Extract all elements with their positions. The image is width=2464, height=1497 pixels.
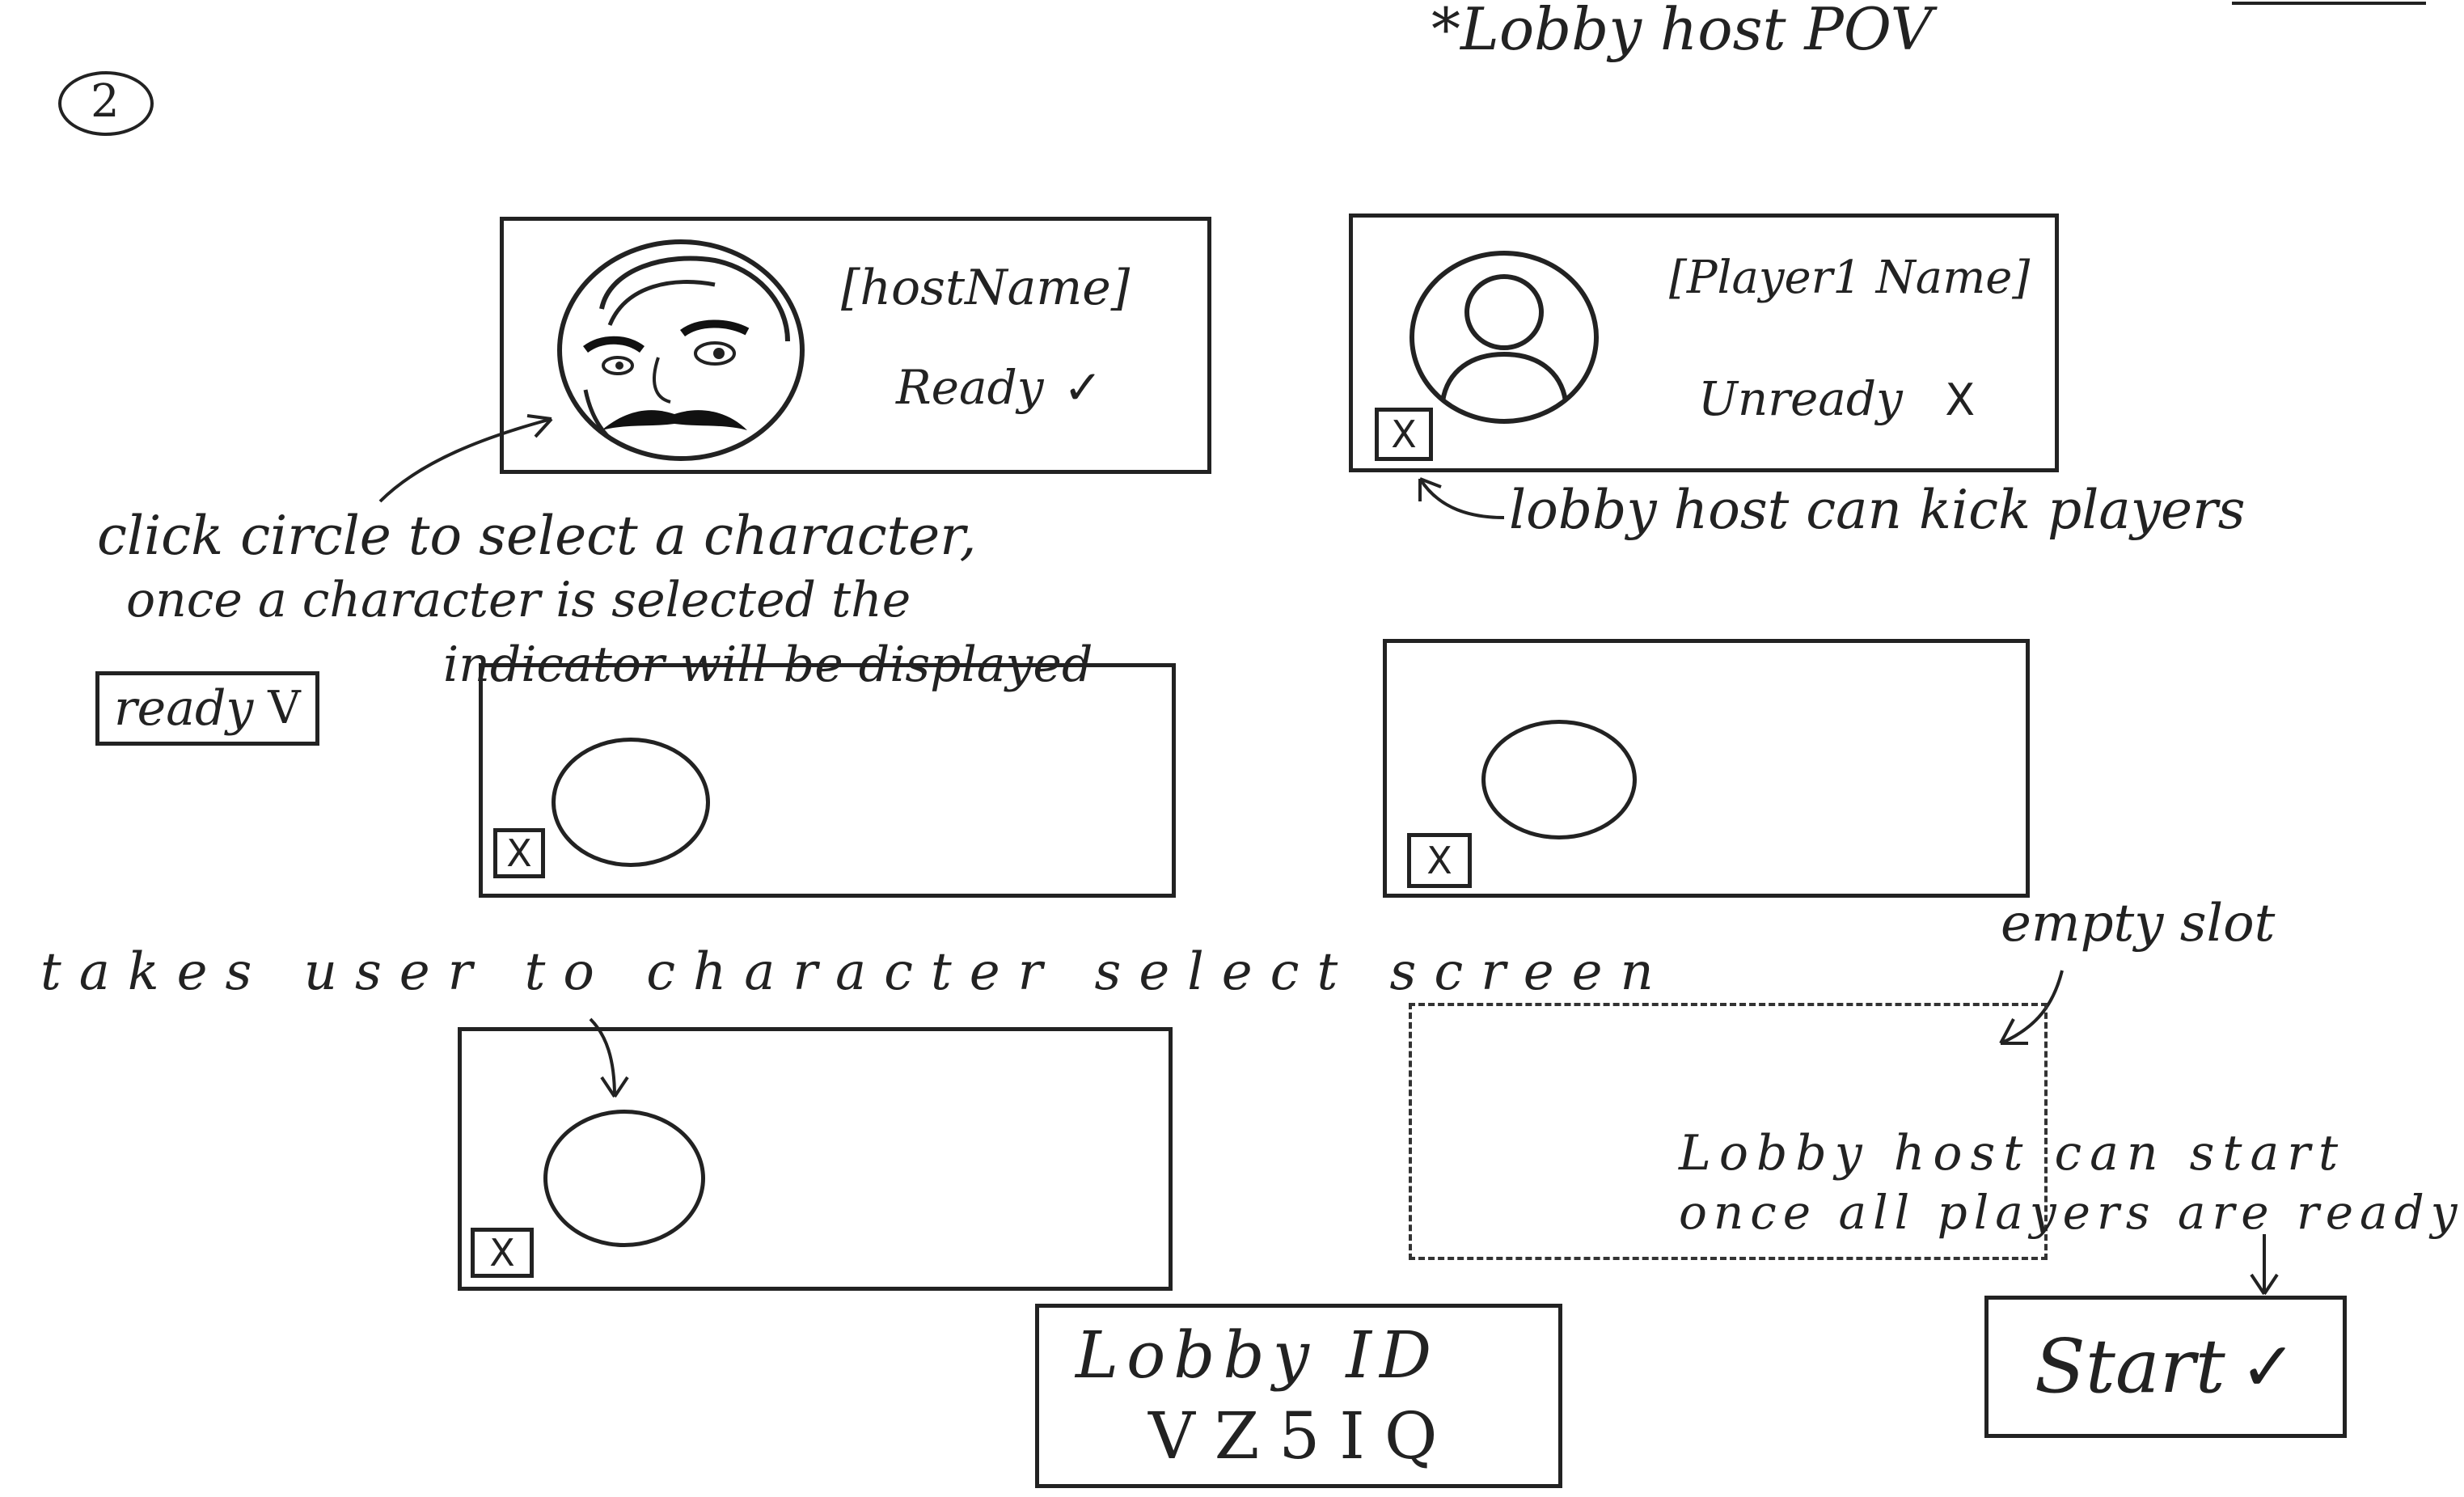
ready-chip: ready V [95, 671, 319, 746]
lobby-id-value: VZ5IQ [1148, 1398, 1457, 1474]
kick-arrow [1418, 477, 1505, 519]
slot3-avatar-circle[interactable] [552, 738, 710, 867]
player-slot-4 [1383, 639, 2030, 898]
slot5-avatar-circle[interactable] [543, 1110, 705, 1247]
takes-user-note: takes user to character select screen [40, 942, 1672, 1002]
select-note-line1: click circle to select a character, [97, 505, 977, 567]
slot4-avatar-circle[interactable] [1481, 720, 1637, 839]
kick-player1-button[interactable]: X [1375, 408, 1433, 461]
top-right-rule [2232, 2, 2426, 5]
player1-avatar[interactable] [1407, 249, 1601, 425]
host-status-label: Ready [896, 360, 1044, 415]
page-number: 2 [91, 75, 120, 128]
player1-status-label: Unready [1698, 371, 1903, 426]
kick-note: lobby host can kick players [1509, 479, 2246, 541]
kick-slot3-button[interactable]: X [493, 828, 545, 878]
player1-name: [Player1 Name] [1669, 252, 2031, 304]
select-note-line2: once a character is selected the [126, 572, 911, 628]
ready-check-icon: ✓ [1063, 360, 1103, 415]
player1-status: Unready X [1698, 375, 1975, 422]
sketch-canvas: 2 *Lobby host POV [hostName] Ready ✓ X [… [0, 0, 2464, 1497]
unready-x-icon: X [1945, 374, 1976, 425]
ready-chip-check-icon: V [268, 682, 301, 734]
start-note-line2: once all players are ready [1679, 1185, 2464, 1240]
start-button[interactable]: Start ✓ [1984, 1296, 2347, 1438]
select-arrow [378, 414, 553, 503]
lobby-id-label: Lobby ID [1076, 1317, 1440, 1393]
host-status: Ready ✓ [896, 364, 1103, 411]
host-name: [hostName] [841, 260, 1131, 316]
start-arrow [2250, 1234, 2279, 1296]
default-person-icon [1410, 251, 1599, 424]
ready-chip-label: ready [114, 680, 254, 737]
kick-slot4-button[interactable]: X [1407, 833, 1472, 888]
pov-note: *Lobby host POV [1431, 0, 1933, 63]
host-avatar[interactable] [553, 236, 809, 464]
empty-slot-note: empty slot [2001, 894, 2276, 954]
character-portrait-icon [557, 239, 805, 461]
start-note-line1: Lobby host can start [1679, 1125, 2347, 1182]
start-button-label: Start [2034, 1323, 2225, 1410]
kick-slot5-button[interactable]: X [471, 1228, 534, 1278]
start-check-icon: ✓ [2239, 1327, 2297, 1406]
